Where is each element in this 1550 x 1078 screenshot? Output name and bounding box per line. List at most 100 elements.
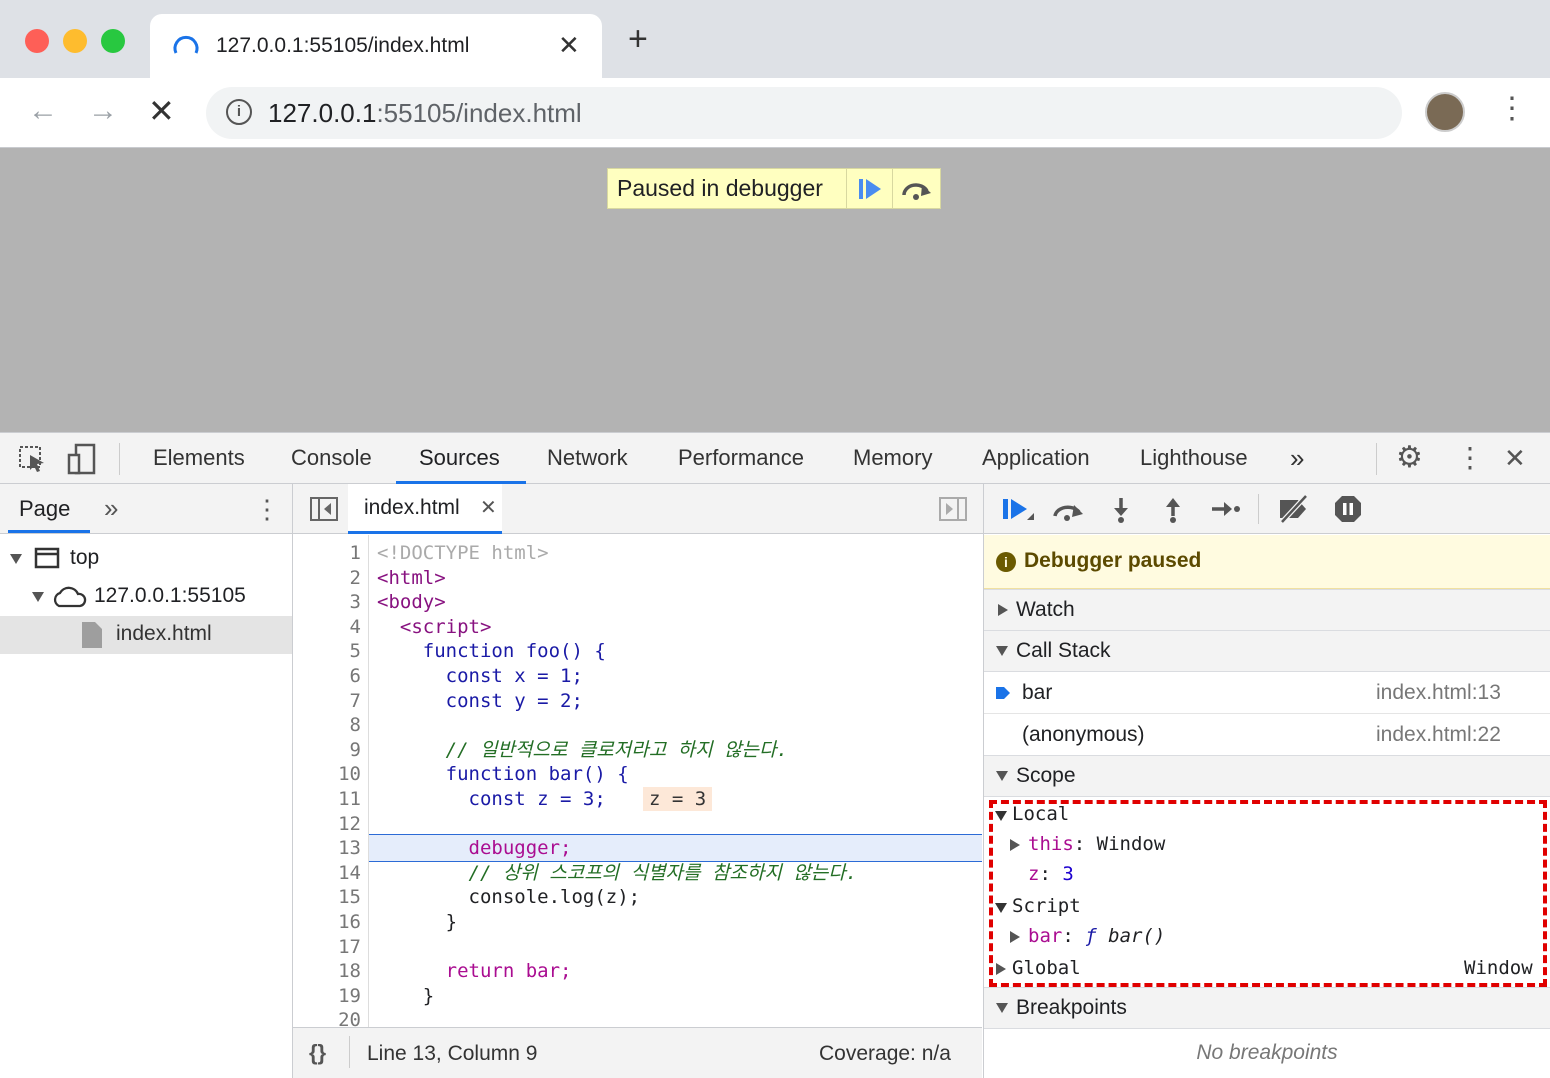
pause-on-exceptions-icon[interactable] [1333,494,1363,524]
callstack-frame[interactable]: bar index.html:13 [984,672,1550,714]
tab-sources[interactable]: Sources [419,433,500,485]
deactivate-breakpoints-icon[interactable] [1276,494,1312,524]
tab-lighthouse[interactable]: Lighthouse [1140,433,1248,485]
breakpoints-label: Breakpoints [1016,996,1127,1019]
resume-icon[interactable] [1000,496,1036,526]
editor-file-tab[interactable]: index.html ✕ [348,484,502,534]
address-bar[interactable]: i 127.0.0.1:55105/index.html [206,87,1402,139]
close-file-icon[interactable]: ✕ [480,495,497,520]
close-window-button[interactable] [25,29,49,53]
scope-z-key: z [1028,863,1040,885]
code-line: 12 [338,812,361,835]
toggle-navigator-icon[interactable] [309,496,339,522]
cursor-position: Line 13, Column 9 [367,1042,538,1065]
close-tab-icon[interactable]: ✕ [558,30,580,61]
tab-elements[interactable]: Elements [153,433,245,485]
scope-this-key[interactable]: this [1028,833,1074,855]
more-navigator-tabs-icon[interactable]: » [104,493,118,524]
maximize-window-button[interactable] [101,29,125,53]
tab-memory[interactable]: Memory [853,433,932,485]
navigator-pane: Page » ⋮ top 127.0.0.1:55105 index.html [0,484,293,1078]
tab-network[interactable]: Network [547,433,628,485]
device-toolbar-icon[interactable] [66,443,98,475]
no-breakpoints-text: No breakpoints [1196,1041,1338,1064]
menu-kebab-icon[interactable]: ⋮ [1497,92,1527,126]
code-area[interactable]: 1 <!DOCTYPE html> 2 <html> 3 <body> 4 <scri… [293,535,982,1027]
scope-section-header[interactable]: Scope [984,755,1550,797]
scope-local[interactable]: Local [1012,803,1069,825]
current-frame-arrow-icon [996,687,1010,699]
info-icon[interactable]: i [226,99,252,125]
debugger-toolbar [984,484,1550,534]
code-line: 7 const y = 2; [349,689,583,712]
code-line: 18 return bar; [338,960,572,983]
tree-label-origin: 127.0.0.1:55105 [94,584,246,607]
paused-text: Paused in debugger [617,175,823,201]
editor-statusbar: {} Line 13, Column 9 Coverage: n/a [293,1027,982,1078]
code-line: 1 <!DOCTYPE html> [349,542,549,564]
new-tab-icon[interactable]: + [628,22,648,56]
stop-loading-icon[interactable]: ✕ [148,92,175,130]
navigator-menu-icon[interactable]: ⋮ [254,494,280,525]
scope-global-value: Window [1464,957,1533,979]
inspect-element-icon[interactable] [18,445,46,473]
avatar[interactable] [1425,92,1465,132]
tab-page[interactable]: Page [19,496,70,522]
browser-tab[interactable]: 127.0.0.1:55105/index.html ✕ [150,14,602,80]
step-over-button[interactable] [892,169,938,208]
minimize-window-button[interactable] [63,29,87,53]
scope-global[interactable]: Global [1012,957,1081,979]
code-line: 14 // 상위 스코프의 식별자를 참조하지 않는다. [338,861,858,884]
loading-spinner-icon [173,35,199,54]
step-over-icon[interactable] [1050,496,1086,524]
url-path: :55105/index.html [376,98,582,128]
scope-z-value: 3 [1062,863,1074,885]
devtools-menu-icon[interactable]: ⋮ [1456,433,1484,485]
step-icon[interactable] [1210,498,1242,520]
forward-icon[interactable]: → [88,94,118,128]
function-icon: ƒ [1085,925,1097,947]
debugger-paused-banner: i Debugger paused [984,535,1550,589]
frame-name: bar [1022,681,1053,704]
tab-console[interactable]: Console [291,433,372,485]
step-into-icon[interactable] [1110,496,1132,524]
pretty-print-button[interactable]: {} [309,1040,326,1066]
code-line: 10 function bar() { [338,763,629,786]
settings-gear-icon[interactable]: ⚙ [1396,433,1423,485]
callstack-label: Call Stack [1016,639,1111,662]
frame-location[interactable]: index.html:13 [1376,681,1501,705]
tab-application[interactable]: Application [982,433,1090,485]
scope-label: Scope [1016,764,1076,787]
tree-item-top[interactable]: top [0,540,292,578]
paused-overlay: Paused in debugger [607,168,941,209]
callstack-section-header[interactable]: Call Stack [984,630,1550,672]
close-devtools-icon[interactable]: ✕ [1504,433,1526,485]
back-icon[interactable]: ← [28,94,58,128]
code-line: 9 // 일반적으로 클로저라고 하지 않는다. [349,738,788,761]
tab-title: 127.0.0.1:55105/index.html [216,34,470,57]
tree-label-top: top [70,546,100,569]
step-out-icon[interactable] [1162,496,1184,524]
resume-button[interactable] [846,169,892,208]
code-line: 5 function foo() { [349,640,606,663]
editor-tabbar: index.html ✕ [293,484,983,534]
tree-item-file[interactable]: index.html [0,616,292,654]
code-editor: index.html ✕ 1 <!DOCTYPE html> 2 <html> 3 <… [293,484,984,1078]
tab-performance[interactable]: Performance [678,433,804,485]
code-line: 20 [338,1009,361,1027]
more-tabs-icon[interactable]: » [1290,433,1304,485]
toggle-debugger-icon[interactable] [938,496,968,522]
frame-location[interactable]: index.html:22 [1376,723,1501,747]
code-line-current: 13 debugger; [338,837,572,860]
tab-strip: 127.0.0.1:55105/index.html ✕ + [0,0,1550,80]
breakpoints-section-header[interactable]: Breakpoints [984,987,1550,1029]
scope-script[interactable]: Script [1012,895,1081,917]
scope-bar-key[interactable]: bar [1028,925,1062,947]
tree-item-origin[interactable]: 127.0.0.1:55105 [0,578,292,616]
watch-section-header[interactable]: Watch [984,589,1550,631]
code-line: 4 <script> [349,615,492,638]
code-line: 2 <html> [349,566,446,589]
callstack-frame[interactable]: (anonymous) index.html:22 [984,714,1550,756]
coverage-status[interactable]: Coverage: n/a [819,1042,951,1066]
paused-title: Debugger paused [1024,549,1202,572]
